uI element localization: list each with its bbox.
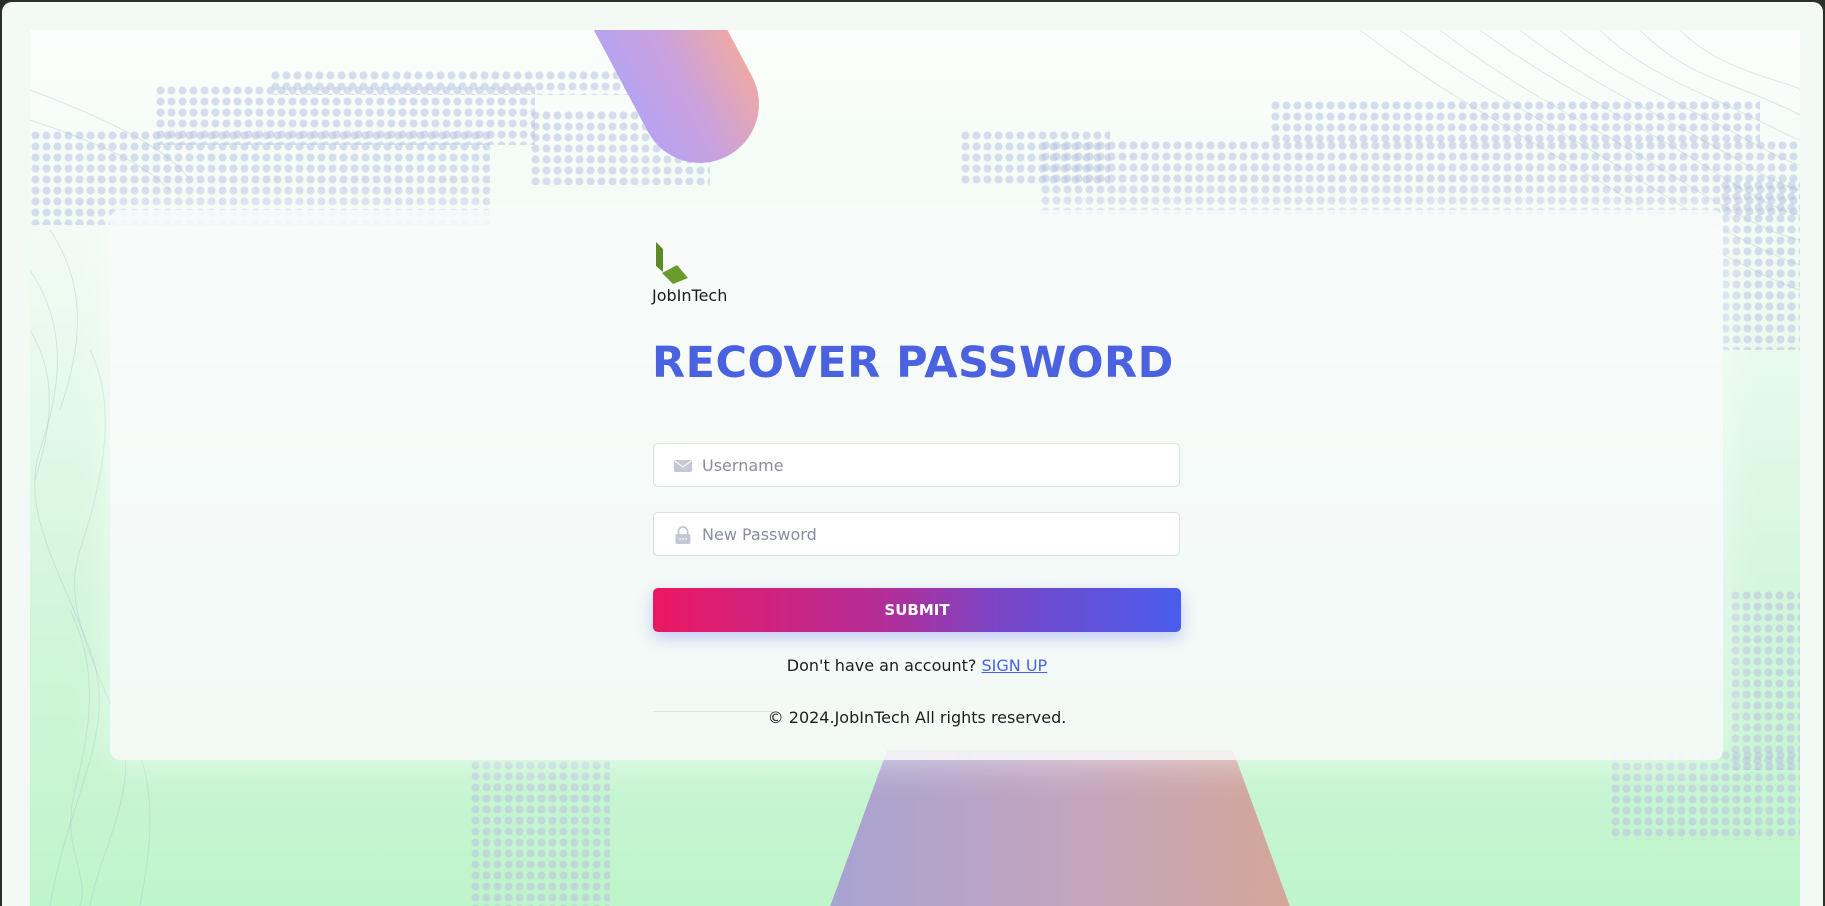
new-password-field[interactable] — [653, 512, 1180, 556]
username-input[interactable] — [702, 444, 1162, 486]
username-field[interactable] — [653, 443, 1180, 487]
signup-link[interactable]: SIGN UP — [982, 656, 1048, 675]
signup-prompt: Don't have an account? — [786, 656, 977, 675]
brand-leaf-icon — [656, 242, 688, 284]
brand-name: JobInTech — [652, 286, 728, 305]
submit-button[interactable]: SUBMIT — [653, 588, 1181, 632]
lock-icon — [675, 526, 691, 544]
brand-logo[interactable]: JobInTech — [652, 240, 732, 306]
signup-prompt-row: Don't have an account? SIGN UP — [653, 656, 1181, 675]
copyright-text: © 2024.JobInTech All rights reserved. — [767, 708, 1067, 727]
browser-window: JobInTech RECOVER PASSWORD SUBMIT Don't … — [2, 2, 1823, 906]
mail-icon — [674, 460, 692, 472]
decorative-ribbon — [820, 750, 1300, 906]
new-password-input[interactable] — [702, 513, 1162, 555]
page-title: RECOVER PASSWORD — [652, 338, 1174, 388]
